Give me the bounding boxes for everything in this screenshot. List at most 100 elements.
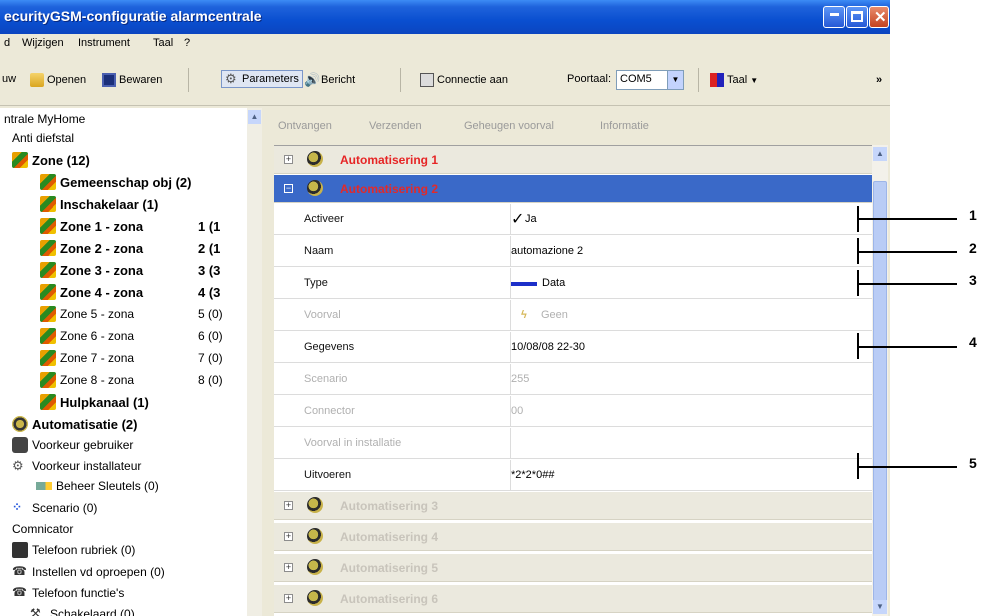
tree-zone-group[interactable]: Zone (12): [12, 152, 90, 168]
information-button[interactable]: Informatie: [600, 120, 649, 132]
expand-icon[interactable]: +: [284, 155, 293, 164]
property-value[interactable]: automazione 2: [511, 245, 583, 257]
tree-installer-pref[interactable]: ⚙ Voorkeur installateur: [12, 458, 141, 474]
new-button[interactable]: uw: [2, 73, 16, 85]
minimize-button[interactable]: [823, 6, 845, 28]
tree-scenario[interactable]: ⁘ Scenario (0): [12, 500, 97, 516]
tree-key-mgmt[interactable]: Beheer Sleutels (0): [36, 479, 159, 493]
property-row-gegevens[interactable]: Gegevens 10/08/08 22-30: [274, 332, 888, 363]
tree-item[interactable]: Zone 3 - zona 3 (3: [40, 262, 220, 278]
user-icon: [12, 437, 28, 453]
menu-language[interactable]: Taal: [153, 37, 173, 49]
wrench-icon: ⚙: [225, 71, 237, 86]
property-row-type[interactable]: Type Data: [274, 268, 888, 299]
maximize-icon: [851, 11, 863, 22]
tree-item[interactable]: Zone 5 - zona 5 (0): [40, 306, 223, 322]
scroll-up-icon[interactable]: ▲: [248, 110, 261, 124]
menu-file[interactable]: d: [4, 37, 10, 49]
connect-button[interactable]: Connectie aan: [420, 73, 508, 87]
zone-icon: [40, 196, 56, 212]
scroll-down-icon[interactable]: ▼: [873, 600, 887, 614]
menu-instrument[interactable]: Instrument: [78, 37, 130, 49]
language-button[interactable]: Taal ▼: [710, 73, 758, 87]
tree-scrollbar[interactable]: ▲: [247, 108, 262, 616]
main-toolbar: uw Openen Bewaren ⚙ Parameters 🔊 Bericht…: [0, 54, 890, 106]
maximize-button[interactable]: [846, 6, 868, 28]
property-value[interactable]: *2*2*0##: [511, 469, 554, 481]
tree-phone-functions-label: Telefoon functie's: [32, 586, 125, 600]
property-value[interactable]: Geen: [541, 309, 568, 321]
property-row-connector[interactable]: Connector 00: [274, 396, 888, 427]
property-row-scenario[interactable]: Scenario 255: [274, 364, 888, 395]
tree-item[interactable]: Zone 6 - zona 6 (0): [40, 328, 223, 344]
tree-item-label: Zone 5 - zona: [60, 307, 135, 321]
receive-button[interactable]: Ontvangen: [278, 120, 332, 132]
expand-icon[interactable]: +: [284, 594, 293, 603]
tree-item[interactable]: Zone 2 - zona 2 (1: [40, 240, 220, 256]
tree-user-pref[interactable]: Voorkeur gebruiker: [12, 437, 133, 453]
tree-item[interactable]: Zone 4 - zona 4 (3: [40, 284, 220, 300]
toolbar-separator: [400, 68, 401, 92]
property-value[interactable]: 00: [511, 405, 523, 417]
property-row-naam[interactable]: Naam automazione 2: [274, 236, 888, 267]
tree-item-count: 3 (3: [198, 262, 221, 278]
callout-2-number: 2: [969, 240, 977, 256]
expand-icon[interactable]: +: [284, 532, 293, 541]
tree-communicator[interactable]: Comnicator: [12, 522, 73, 536]
property-value[interactable]: Data: [542, 277, 565, 289]
callout-2-line: [857, 251, 957, 253]
group-automation-2[interactable]: − Automatisering 2: [274, 175, 888, 203]
menu-help[interactable]: ?: [184, 37, 190, 49]
expand-icon[interactable]: +: [284, 563, 293, 572]
group-automation-4[interactable]: + Automatisering 4: [274, 523, 888, 551]
collapse-icon[interactable]: −: [284, 184, 293, 193]
property-row-activeer[interactable]: Activeer ✓ Ja: [274, 204, 888, 235]
expand-icon[interactable]: +: [284, 501, 293, 510]
callout-1-line: [857, 218, 957, 220]
checkmark-icon: ✓: [511, 211, 525, 228]
send-button[interactable]: Verzenden: [369, 120, 422, 132]
property-value[interactable]: Ja: [525, 213, 537, 225]
tree-anti-theft[interactable]: Anti diefstal: [12, 131, 74, 145]
chevron-down-icon[interactable]: ▼: [667, 71, 683, 89]
property-value[interactable]: 255: [511, 373, 529, 385]
port-select[interactable]: COM5 ▼: [616, 70, 684, 90]
tree-cut-off[interactable]: ⚒ Schakelaard (0): [30, 606, 135, 616]
tree-item[interactable]: Inschakelaar (1): [40, 196, 158, 212]
tree-automation[interactable]: Automatisatie (2): [12, 416, 137, 432]
tree-item[interactable]: Gemeenschap obj (2): [40, 174, 191, 190]
tree-item[interactable]: Zone 8 - zona 8 (0): [40, 372, 223, 388]
tree-item[interactable]: Zone 1 - zona 1 (1: [40, 218, 220, 234]
property-row-uitvoeren[interactable]: Uitvoeren *2*2*0##: [274, 460, 888, 491]
zone-icon: [40, 174, 56, 190]
save-button[interactable]: Bewaren: [102, 73, 162, 87]
grid-scrollbar[interactable]: ▲ ▼: [872, 145, 888, 616]
title-bar[interactable]: ecurityGSM-configuratie alarmcentrale ✕: [0, 0, 890, 34]
event-memory-button[interactable]: Geheugen voorval: [464, 120, 554, 132]
property-row-voorval-installatie[interactable]: Voorval in installatie: [274, 428, 888, 459]
scroll-thumb[interactable]: [873, 181, 887, 611]
tree-call-settings[interactable]: ☎ Instellen vd oproepen (0): [12, 564, 165, 580]
tree-phone-functions[interactable]: ☎ Telefoon functie's: [12, 585, 124, 601]
toolbar-overflow-button[interactable]: »: [876, 74, 882, 86]
group-automation-5[interactable]: + Automatisering 5: [274, 554, 888, 582]
open-button[interactable]: Openen: [30, 73, 86, 87]
tree-root[interactable]: ntrale MyHome: [4, 112, 85, 126]
message-label: Bericht: [321, 74, 356, 86]
group-automation-6[interactable]: + Automatisering 6: [274, 585, 888, 613]
scroll-up-icon[interactable]: ▲: [873, 147, 887, 161]
tree-item[interactable]: Zone 7 - zona 7 (0): [40, 350, 223, 366]
parameters-button[interactable]: ⚙ Parameters: [221, 70, 303, 88]
property-row-voorval[interactable]: Voorval ϟ Geen: [274, 300, 888, 331]
close-button[interactable]: ✕: [869, 6, 889, 28]
menu-edit[interactable]: Wijzigen: [22, 37, 64, 49]
tree-phonebook[interactable]: Telefoon rubriek (0): [12, 542, 135, 558]
message-button[interactable]: 🔊 Bericht: [304, 73, 355, 87]
tree-item-count: 8 (0): [198, 373, 223, 387]
property-value[interactable]: 10/08/08 22-30: [511, 341, 585, 353]
group-automation-3[interactable]: + Automatisering 3: [274, 492, 888, 520]
tree-scenario-label: Scenario (0): [32, 501, 98, 515]
tree-item[interactable]: Hulpkanaal (1): [40, 394, 149, 410]
tree-item-count: 7 (0): [198, 351, 223, 365]
group-automation-1[interactable]: + Automatisering 1: [274, 146, 888, 174]
